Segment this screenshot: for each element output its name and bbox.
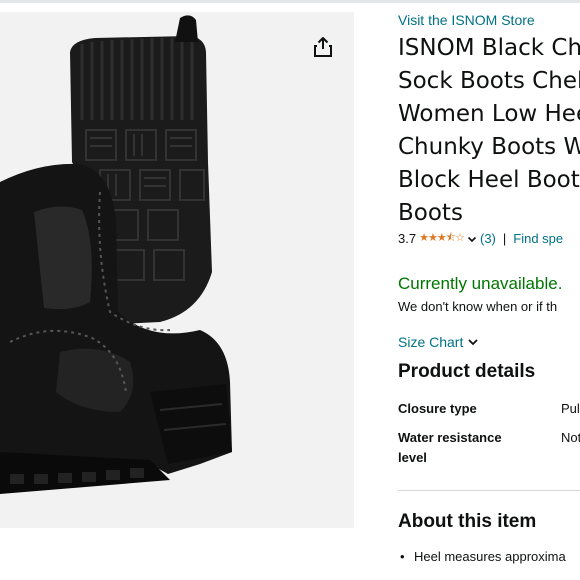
spec-value: Not [561, 430, 580, 445]
availability-status: Currently unavailable. [398, 274, 563, 293]
find-similar-link[interactable]: Find spe [513, 231, 563, 246]
about-heading: About this item [398, 511, 537, 532]
availability-note: We don't know when or if th [398, 299, 558, 314]
review-count-link[interactable]: (3) [480, 231, 496, 246]
rating-row: 3.7 ★★★⯪☆ (3) | Find spe [398, 229, 563, 248]
star-half-icon: ⯪ [445, 232, 456, 244]
title-line: ISNOM Black Chelsea [398, 35, 580, 61]
share-button[interactable] [312, 36, 340, 64]
spec-key: Closure type [398, 401, 477, 416]
title-line: Sock Boots Chelsea [398, 68, 580, 94]
chevron-down-icon [468, 339, 478, 346]
chevron-down-icon[interactable] [467, 234, 477, 244]
size-chart-label: Size Chart [398, 334, 464, 350]
product-title: ISNOM Black Chelsea Sock Boots Chelsea W… [398, 32, 580, 230]
product-image [0, 15, 232, 494]
about-bullet-text: Heel measures approxima [414, 549, 566, 564]
spec-value: Pul [561, 401, 580, 416]
title-line: Chunky Boots Women [398, 134, 580, 160]
star-empty-icon: ☆ [455, 232, 465, 244]
star-icon: ★ [436, 232, 447, 244]
separator: | [502, 231, 507, 246]
title-line: Women Low Heel [398, 101, 580, 127]
spec-key: Water resistance level [398, 430, 502, 465]
product-details-pane: Visit the ISNOM Store ISNOM Black Chelse… [398, 0, 580, 580]
rating-value: 3.7 [398, 231, 417, 246]
bullet-dot-icon: • [400, 549, 405, 564]
divider [398, 490, 580, 491]
size-chart-link[interactable]: Size Chart [398, 334, 479, 350]
star-icon: ★ [419, 232, 429, 244]
star-icon: ★ [427, 232, 438, 244]
product-details-heading: Product details [398, 361, 536, 382]
star-rating[interactable]: ★★★⯪☆ [419, 229, 465, 248]
store-link[interactable]: Visit the ISNOM Store [398, 12, 535, 28]
title-line: Block Heel Boots [398, 167, 580, 193]
about-bullet: • Heel measures approxima [400, 549, 566, 564]
share-icon [314, 37, 332, 57]
product-image-pane[interactable] [0, 12, 354, 528]
title-line: Boots [398, 200, 463, 226]
